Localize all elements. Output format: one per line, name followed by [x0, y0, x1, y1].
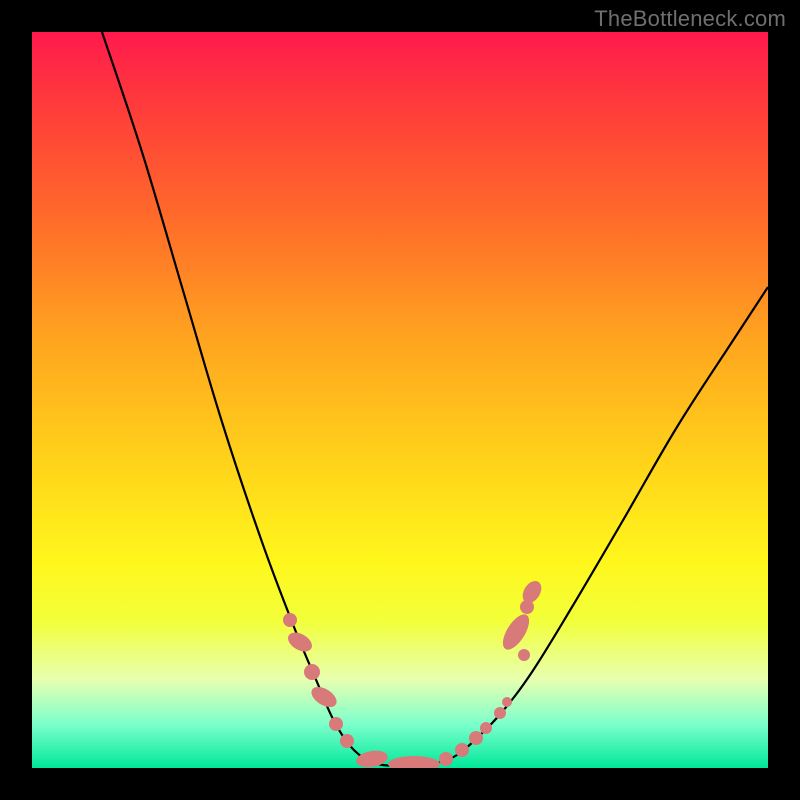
- chart-frame: TheBottleneck.com: [0, 0, 800, 800]
- data-marker: [340, 734, 354, 748]
- data-marker: [498, 610, 534, 653]
- data-marker: [518, 649, 530, 661]
- data-marker: [480, 722, 492, 734]
- attribution-text: TheBottleneck.com: [594, 6, 786, 32]
- data-marker: [283, 613, 297, 627]
- data-marker: [308, 683, 340, 711]
- data-marker: [439, 752, 453, 766]
- data-marker: [329, 717, 343, 731]
- data-marker: [285, 629, 316, 656]
- data-marker: [494, 707, 506, 719]
- chart-overlay-svg: [32, 32, 768, 768]
- data-marker: [502, 697, 512, 707]
- data-marker: [469, 731, 483, 745]
- data-marker: [388, 756, 440, 768]
- data-marker: [455, 743, 469, 757]
- bottleneck-curve: [102, 32, 768, 766]
- data-markers: [283, 578, 545, 768]
- data-marker: [304, 664, 320, 680]
